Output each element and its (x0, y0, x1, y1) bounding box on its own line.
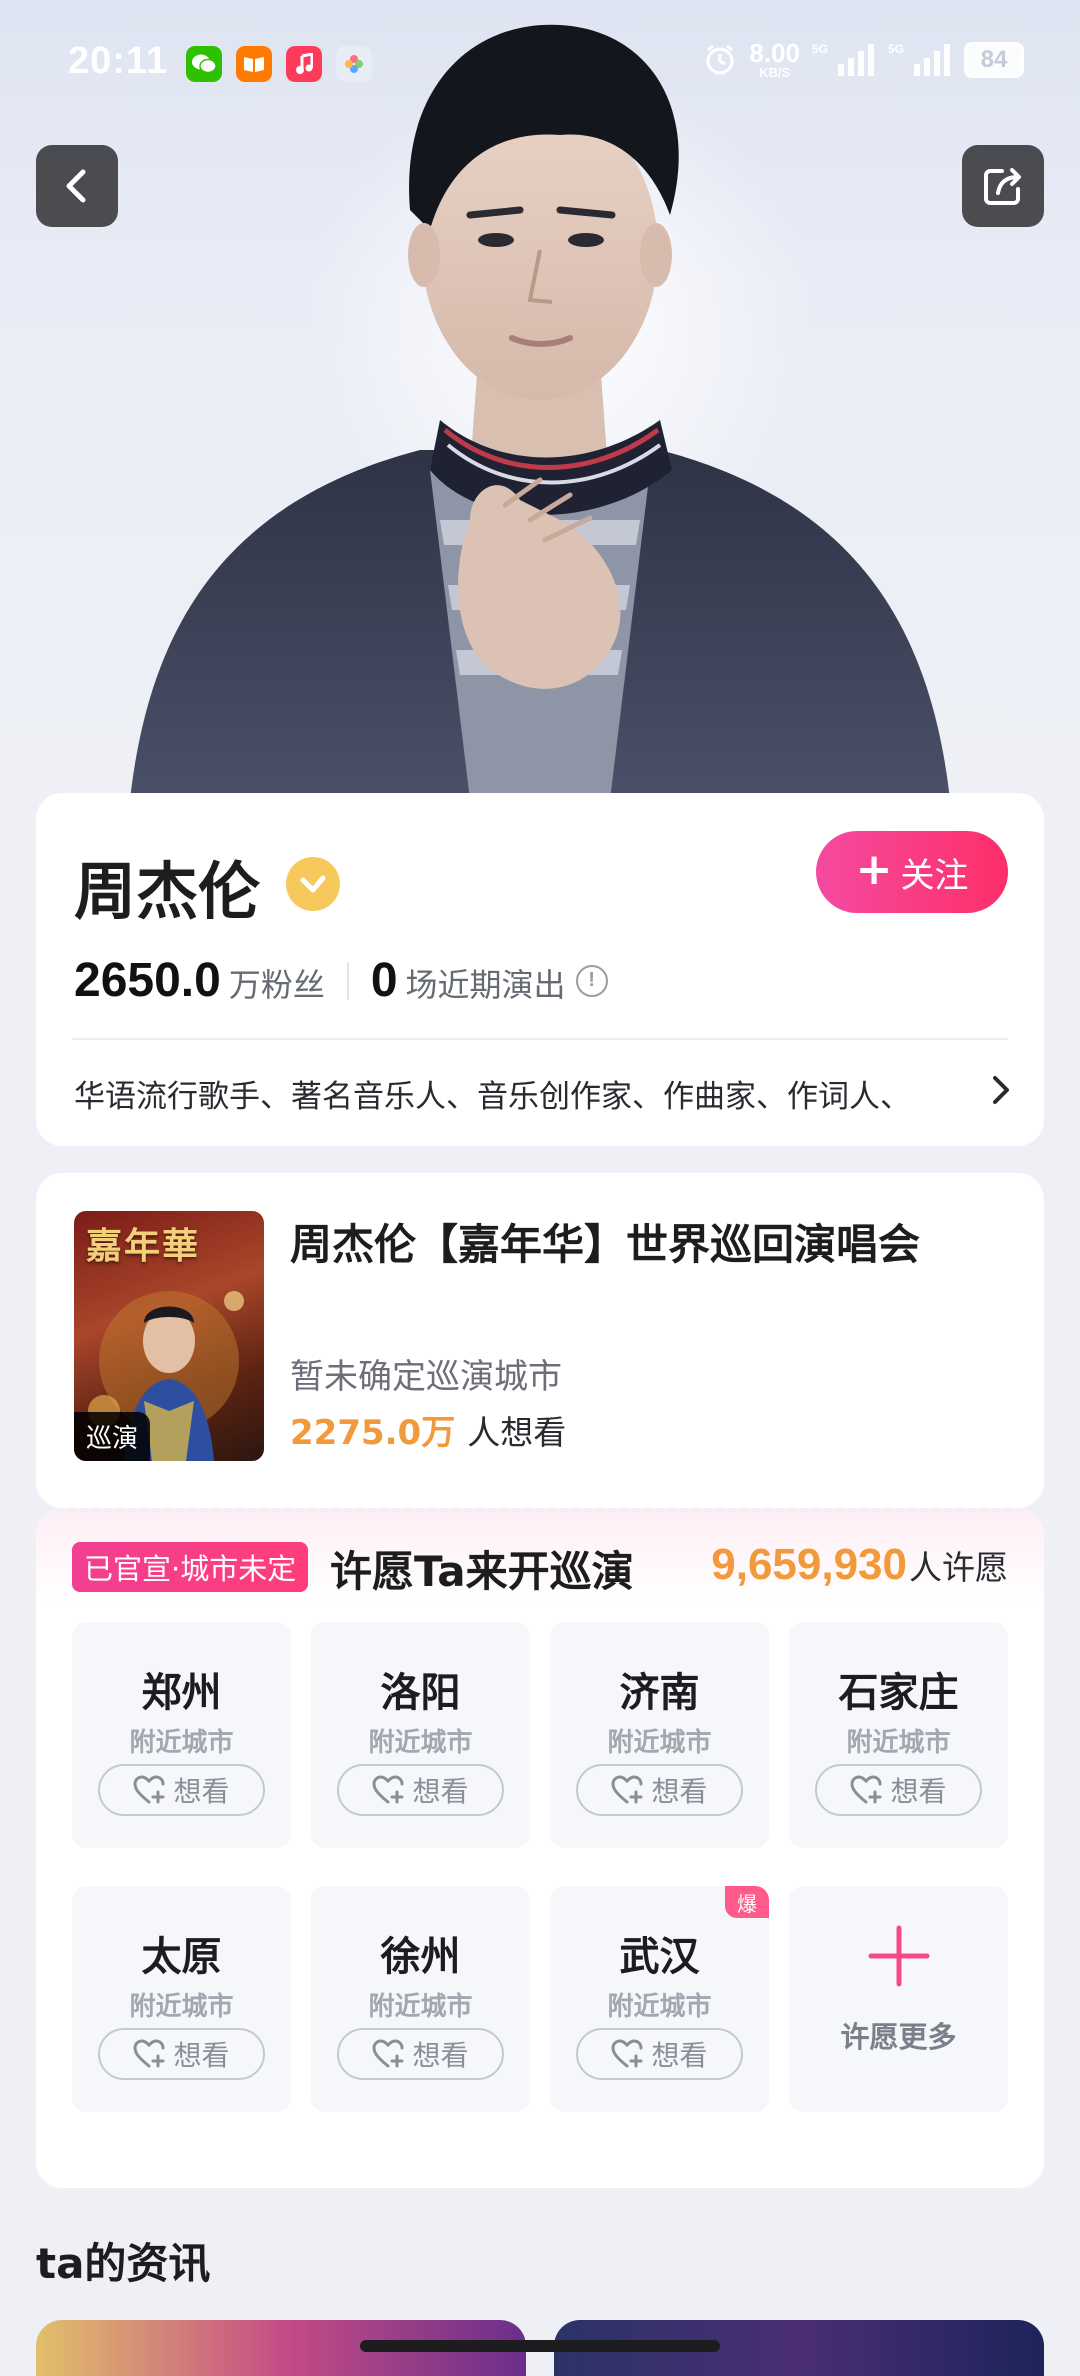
status-bar: 20:11 8.00 KB/S 5G 5G 84 (0, 0, 1080, 130)
wish-count-number: 9,659,930 (711, 1540, 907, 1589)
city-subtitle: 附近城市 (607, 1728, 712, 1758)
shows-count: 0 (370, 954, 398, 1007)
want-label: 想看 (412, 2039, 469, 2072)
verified-icon (286, 857, 340, 911)
network-speed: 8.00 KB/S (749, 38, 800, 80)
chevron-right-icon[interactable] (988, 1073, 1014, 1107)
city-subtitle: 附近城市 (846, 1728, 951, 1758)
news-section-title: ta的资讯 (36, 2239, 211, 2288)
status-app-icons (186, 46, 372, 82)
follow-button[interactable]: + 关注 (816, 831, 1008, 913)
tour-wish-card: 已官宣·城市未定 许愿Ta来开巡演 9,659,930 人许愿 郑州 附近城市 … (36, 1508, 1044, 2188)
photos-icon (336, 46, 372, 82)
wechat-icon (186, 46, 222, 82)
heart-plus-icon (850, 1775, 882, 1804)
info-icon[interactable]: ! (575, 964, 608, 997)
want-button[interactable]: 想看 (98, 1764, 265, 1816)
city-name: 洛阳 (380, 1670, 461, 1716)
city-name: 石家庄 (838, 1670, 959, 1716)
want-button[interactable]: 想看 (337, 1764, 504, 1816)
city-tile[interactable]: 石家庄 附近城市 想看 (789, 1622, 1008, 1848)
heart-plus-icon (611, 2039, 643, 2068)
share-icon (984, 168, 1021, 205)
svg-text:5G: 5G (812, 42, 828, 56)
city-subtitle: 附近城市 (607, 1992, 712, 2022)
want-label: 想看 (173, 2039, 230, 2072)
reader-icon (236, 46, 272, 82)
status-badge: 已官宣·城市未定 (72, 1542, 309, 1592)
plus-icon: + (855, 844, 893, 895)
city-subtitle: 附近城市 (129, 1728, 234, 1758)
city-tile[interactable]: 洛阳 附近城市 想看 (311, 1622, 530, 1848)
shows-label: 场近期演出 (405, 966, 566, 1004)
profile-card: 周杰伦 + 关注 2650.0 万粉丝 0 场近期演出 ! 华语流行歌手、著名音… (36, 793, 1044, 1146)
want-button[interactable]: 想看 (576, 1764, 743, 1816)
back-button[interactable] (36, 145, 118, 227)
tour-tag: 巡演 (74, 1412, 151, 1461)
heart-plus-icon (611, 1775, 643, 1804)
chevron-left-icon (66, 169, 86, 203)
artist-stats: 2650.0 万粉丝 0 场近期演出 ! (74, 953, 608, 1008)
music-icon (286, 46, 322, 82)
fans-label: 万粉丝 (228, 966, 325, 1004)
alarm-icon (706, 44, 734, 74)
want-button[interactable]: 想看 (337, 2028, 504, 2080)
wish-more-label: 许愿更多 (840, 2020, 957, 2054)
heart-plus-icon (372, 2039, 404, 2068)
want-label: 想看 (412, 1775, 469, 1808)
city-tile[interactable]: 徐州 附近城市 想看 (311, 1886, 530, 2112)
city-name: 郑州 (141, 1670, 222, 1716)
signal-icon-2: 5G (888, 42, 950, 76)
home-indicator[interactable] (360, 2340, 720, 2352)
hot-badge: 爆 (725, 1886, 769, 1918)
wants-count: 2275.0万 (290, 1413, 456, 1453)
concert-city-status: 暂未确定巡演城市 (290, 1357, 562, 1397)
city-subtitle: 附近城市 (368, 1992, 473, 2022)
want-button[interactable]: 想看 (98, 2028, 265, 2080)
city-name: 武汉 (619, 1934, 700, 1980)
want-label: 想看 (890, 1775, 947, 1808)
city-tile[interactable]: 济南 附近城市 想看 (550, 1622, 769, 1848)
city-grid: 郑州 附近城市 想看 洛阳 附近城市 想看 济南 附近城市 想看 石家庄 附近城… (72, 1622, 1008, 2112)
artist-name: 周杰伦 (74, 855, 261, 928)
status-time: 20:11 (68, 40, 169, 82)
city-tile[interactable]: 郑州 附近城市 想看 (72, 1622, 291, 1848)
city-name: 济南 (619, 1670, 700, 1716)
city-tile[interactable]: 爆 武汉 附近城市 想看 (550, 1886, 769, 2112)
battery-indicator: 84 (964, 41, 1024, 78)
signal-icon: 5G (812, 42, 874, 76)
want-label: 想看 (651, 1775, 708, 1808)
artist-hero: 20:11 8.00 KB/S 5G 5G 84 (0, 0, 1080, 800)
want-button[interactable]: 想看 (815, 1764, 982, 1816)
concert-poster[interactable]: 嘉年華 巡演 (74, 1211, 264, 1461)
city-subtitle: 附近城市 (368, 1728, 473, 1758)
wish-count-label: 人许愿 (909, 1548, 1008, 1587)
share-button[interactable] (962, 145, 1044, 227)
concert-wants: 2275.0万 人想看 (290, 1405, 566, 1454)
wish-more-button[interactable]: 许愿更多 (789, 1886, 1008, 2112)
svg-text:5G: 5G (888, 42, 904, 56)
poster-title: 嘉年華 (86, 1225, 201, 1267)
follow-label: 关注 (900, 855, 969, 896)
want-button[interactable]: 想看 (576, 2028, 743, 2080)
city-tile[interactable]: 太原 附近城市 想看 (72, 1886, 291, 2112)
wants-label: 人想看 (467, 1413, 567, 1452)
artist-description[interactable]: 华语流行歌手、著名音乐人、音乐创作家、作曲家、作词人、 (74, 1071, 954, 1116)
fans-count: 2650.0 (74, 954, 221, 1007)
heart-plus-icon (372, 1775, 404, 1804)
city-name: 太原 (141, 1934, 222, 1980)
heart-plus-icon (133, 2039, 165, 2068)
concert-title[interactable]: 周杰伦【嘉年华】世界巡回演唱会 (290, 1211, 920, 1272)
concert-card[interactable]: 嘉年華 巡演 周杰伦【嘉年华】世界巡回演唱会 暂未确定巡演城市 2275.0万 … (36, 1173, 1044, 1508)
want-label: 想看 (173, 1775, 230, 1808)
want-label: 想看 (651, 2039, 708, 2072)
plus-icon (868, 1925, 929, 1987)
city-name: 徐州 (380, 1934, 461, 1980)
wish-count: 9,659,930 人许愿 (711, 1540, 1008, 1590)
city-subtitle: 附近城市 (129, 1992, 234, 2022)
heart-plus-icon (133, 1775, 165, 1804)
wish-title: 许愿Ta来开巡演 (330, 1547, 634, 1596)
